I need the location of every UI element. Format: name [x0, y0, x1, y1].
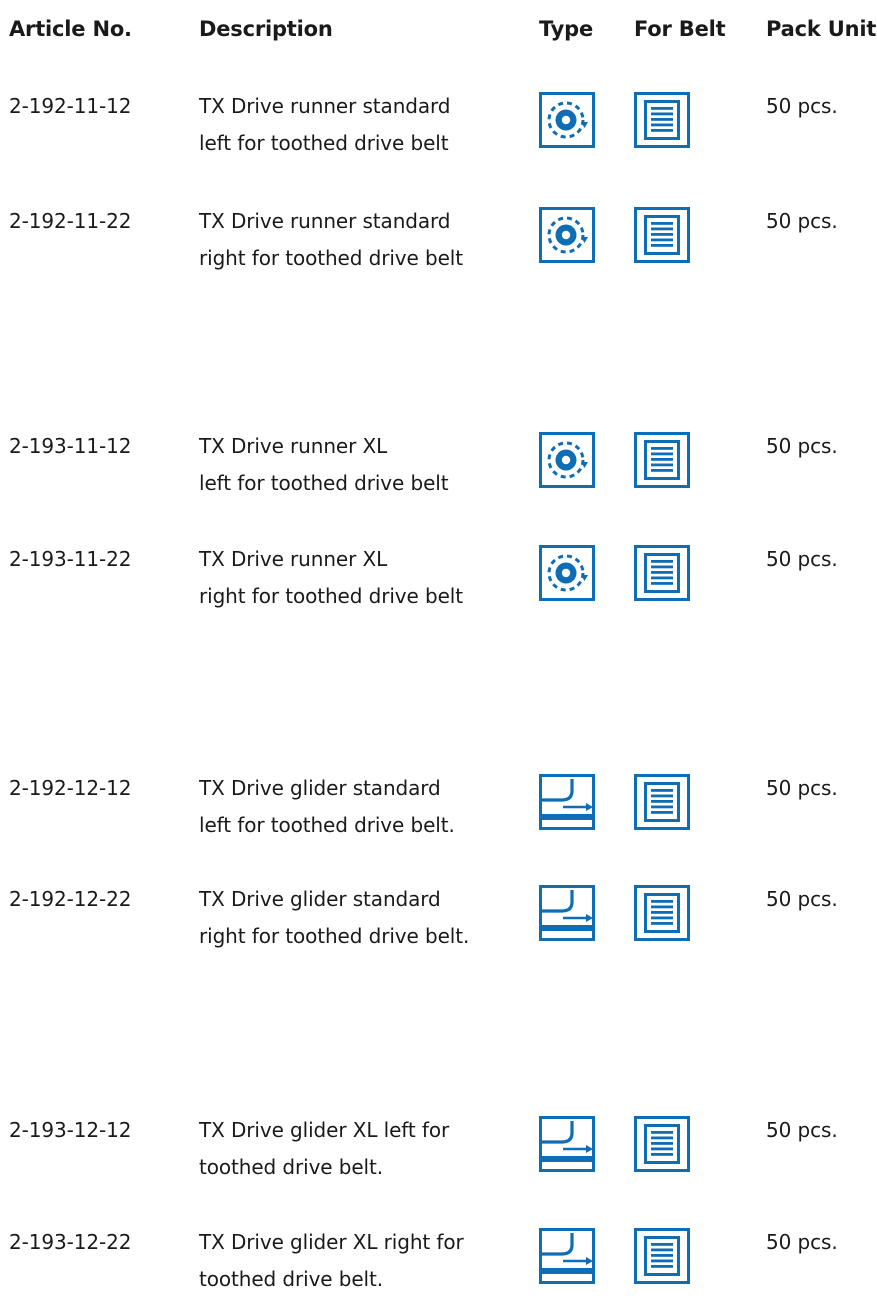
- article-number: 2-193-11-12: [9, 434, 132, 458]
- article-number: 2-193-12-22: [9, 1230, 132, 1254]
- column-header-pack-unit: Pack Unit: [766, 17, 877, 41]
- belt-document-icon: [634, 1116, 690, 1172]
- runner-icon: [539, 545, 595, 601]
- description-line-1: TX Drive glider XL left for: [199, 1118, 450, 1142]
- belt-document-icon: [634, 92, 690, 148]
- table-row: 2-192-11-22 TX Drive runner standard rig…: [0, 207, 877, 287]
- table-row: 2-192-12-22 TX Drive glider standard rig…: [0, 885, 877, 965]
- table-row: 2-193-11-22 TX Drive runner XL right for…: [0, 545, 877, 625]
- pack-unit: 50 pcs.: [766, 776, 838, 800]
- description-line-1: TX Drive runner XL: [199, 434, 388, 458]
- description-line-1: TX Drive runner standard: [199, 209, 451, 233]
- description: TX Drive runner XL left for toothed driv…: [199, 428, 449, 502]
- column-header-description: Description: [199, 17, 333, 41]
- pack-unit: 50 pcs.: [766, 94, 838, 118]
- column-header-for-belt: For Belt: [634, 17, 726, 41]
- column-header-article-no: Article No.: [9, 17, 132, 41]
- description-line-1: TX Drive runner XL: [199, 547, 388, 571]
- belt-document-icon: [634, 432, 690, 488]
- belt-document-icon: [634, 207, 690, 263]
- description-line-2: right for toothed drive belt.: [199, 924, 470, 948]
- description: TX Drive runner standard left for toothe…: [199, 88, 451, 162]
- description-line-1: TX Drive glider standard: [199, 776, 441, 800]
- glider-icon: [539, 885, 595, 941]
- description-line-2: left for toothed drive belt: [199, 471, 449, 495]
- description: TX Drive glider XL left for toothed driv…: [199, 1112, 449, 1186]
- description-line-1: TX Drive glider standard: [199, 887, 441, 911]
- description: TX Drive glider standard right for tooth…: [199, 881, 469, 955]
- product-table: Article No. Description Type For Belt Pa…: [0, 0, 877, 1291]
- description: TX Drive runner standard right for tooth…: [199, 203, 463, 277]
- description-line-2: right for toothed drive belt: [199, 584, 463, 608]
- pack-unit: 50 pcs.: [766, 887, 838, 911]
- table-row: 2-193-11-12 TX Drive runner XL left for …: [0, 432, 877, 512]
- description-line-1: TX Drive glider XL right for: [199, 1230, 464, 1254]
- runner-icon: [539, 432, 595, 488]
- article-number: 2-192-11-12: [9, 94, 132, 118]
- description: TX Drive runner XL right for toothed dri…: [199, 541, 463, 615]
- pack-unit: 50 pcs.: [766, 1118, 838, 1142]
- pack-unit: 50 pcs.: [766, 434, 838, 458]
- article-number: 2-192-11-22: [9, 209, 132, 233]
- article-number: 2-192-12-22: [9, 887, 132, 911]
- description-line-1: TX Drive runner standard: [199, 94, 451, 118]
- runner-icon: [539, 92, 595, 148]
- belt-document-icon: [634, 1228, 690, 1284]
- description-line-2: toothed drive belt.: [199, 1155, 384, 1179]
- pack-unit: 50 pcs.: [766, 1230, 838, 1254]
- pack-unit: 50 pcs.: [766, 209, 838, 233]
- table-row: 2-192-11-12 TX Drive runner standard lef…: [0, 92, 877, 172]
- description-line-2: left for toothed drive belt.: [199, 813, 455, 837]
- table-row: 2-193-12-12 TX Drive glider XL left for …: [0, 1116, 877, 1196]
- glider-icon: [539, 1116, 595, 1172]
- runner-icon: [539, 207, 595, 263]
- table-row: 2-193-12-22 TX Drive glider XL right for…: [0, 1228, 877, 1308]
- description-line-2: toothed drive belt.: [199, 1267, 384, 1291]
- table-row: 2-192-12-12 TX Drive glider standard lef…: [0, 774, 877, 854]
- belt-document-icon: [634, 774, 690, 830]
- description-line-2: left for toothed drive belt: [199, 131, 449, 155]
- glider-icon: [539, 1228, 595, 1284]
- column-header-type: Type: [539, 17, 593, 41]
- article-number: 2-192-12-12: [9, 776, 132, 800]
- belt-document-icon: [634, 545, 690, 601]
- article-number: 2-193-12-12: [9, 1118, 132, 1142]
- description: TX Drive glider standard left for toothe…: [199, 770, 455, 844]
- pack-unit: 50 pcs.: [766, 547, 838, 571]
- article-number: 2-193-11-22: [9, 547, 132, 571]
- belt-document-icon: [634, 885, 690, 941]
- description-line-2: right for toothed drive belt: [199, 246, 463, 270]
- glider-icon: [539, 774, 595, 830]
